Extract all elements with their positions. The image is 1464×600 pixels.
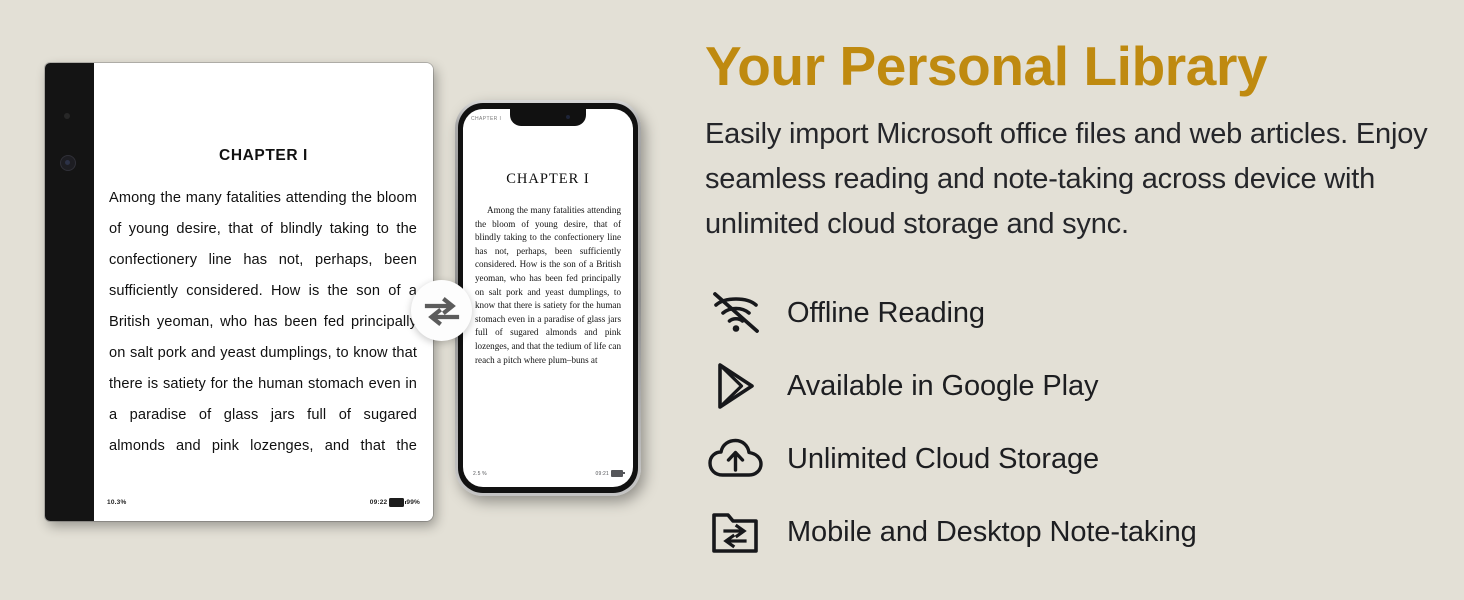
content-panel: Your Personal Library Easily import Micr… <box>705 0 1450 600</box>
folder-sync-icon <box>705 506 767 558</box>
phone-screen: CHAPTER I CHAPTER I Among the many fatal… <box>463 109 633 487</box>
phone-status-right: 09:21 <box>595 470 625 477</box>
cloud-upload-icon <box>705 433 767 485</box>
phone-frame: CHAPTER I CHAPTER I Among the many fatal… <box>458 103 638 493</box>
ereader-progress: 10.3% <box>107 499 127 506</box>
phone-header-label: CHAPTER I <box>471 116 502 122</box>
phone-time: 09:21 <box>595 470 609 477</box>
promotional-banner: CHAPTER I Among the many fatalities atte… <box>0 0 1464 600</box>
feature-list: Offline Reading Available in Google Play <box>705 277 1450 569</box>
sync-arrows-icon <box>424 296 459 326</box>
feature-label: Unlimited Cloud Storage <box>787 442 1100 475</box>
phone-status-bar: 2.5 % 09:21 <box>473 470 625 477</box>
phone-chapter-title: CHAPTER I <box>506 171 590 187</box>
ereader-device: CHAPTER I Among the many fatalities atte… <box>45 63 433 521</box>
phone-body-text: Among the many fatalities attending the … <box>475 205 621 365</box>
ereader-screen: CHAPTER I Among the many fatalities atte… <box>94 63 433 521</box>
battery-icon <box>389 498 407 507</box>
camera-lens-icon <box>60 155 76 171</box>
sensor-dot-icon <box>64 113 70 119</box>
feature-item-google-play: Available in Google Play <box>705 350 1450 423</box>
page-title: Your Personal Library <box>705 35 1268 97</box>
ereader-body-text: Among the many fatalities attending the … <box>109 190 417 454</box>
feature-item-cloud-storage: Unlimited Cloud Storage <box>705 423 1450 496</box>
sync-badge <box>411 280 472 341</box>
ereader-bezel <box>45 63 95 521</box>
feature-label: Offline Reading <box>787 296 985 329</box>
phone-progress: 2.5 % <box>473 470 487 477</box>
battery-icon <box>611 470 625 477</box>
phone-device: CHAPTER I CHAPTER I Among the many fatal… <box>455 100 641 496</box>
ereader-battery-level: 99% <box>406 499 420 506</box>
device-mockups: CHAPTER I Among the many fatalities atte… <box>0 0 690 600</box>
phone-notch <box>510 109 586 126</box>
feature-item-offline-reading: Offline Reading <box>705 277 1450 350</box>
wifi-off-icon <box>705 287 767 339</box>
feature-label: Mobile and Desktop Note-taking <box>787 515 1197 548</box>
ereader-status-right: 09:22 99% <box>370 498 420 507</box>
feature-item-note-taking: Mobile and Desktop Note-taking <box>705 496 1450 569</box>
ereader-time: 09:22 <box>369 499 388 506</box>
ereader-chapter-title: CHAPTER I <box>219 147 308 164</box>
feature-label: Available in Google Play <box>787 369 1099 402</box>
google-play-icon <box>705 360 767 412</box>
page-description: Easily import Microsoft office files and… <box>705 117 1428 240</box>
ereader-status-bar: 10.3% 09:22 99% <box>107 498 420 507</box>
